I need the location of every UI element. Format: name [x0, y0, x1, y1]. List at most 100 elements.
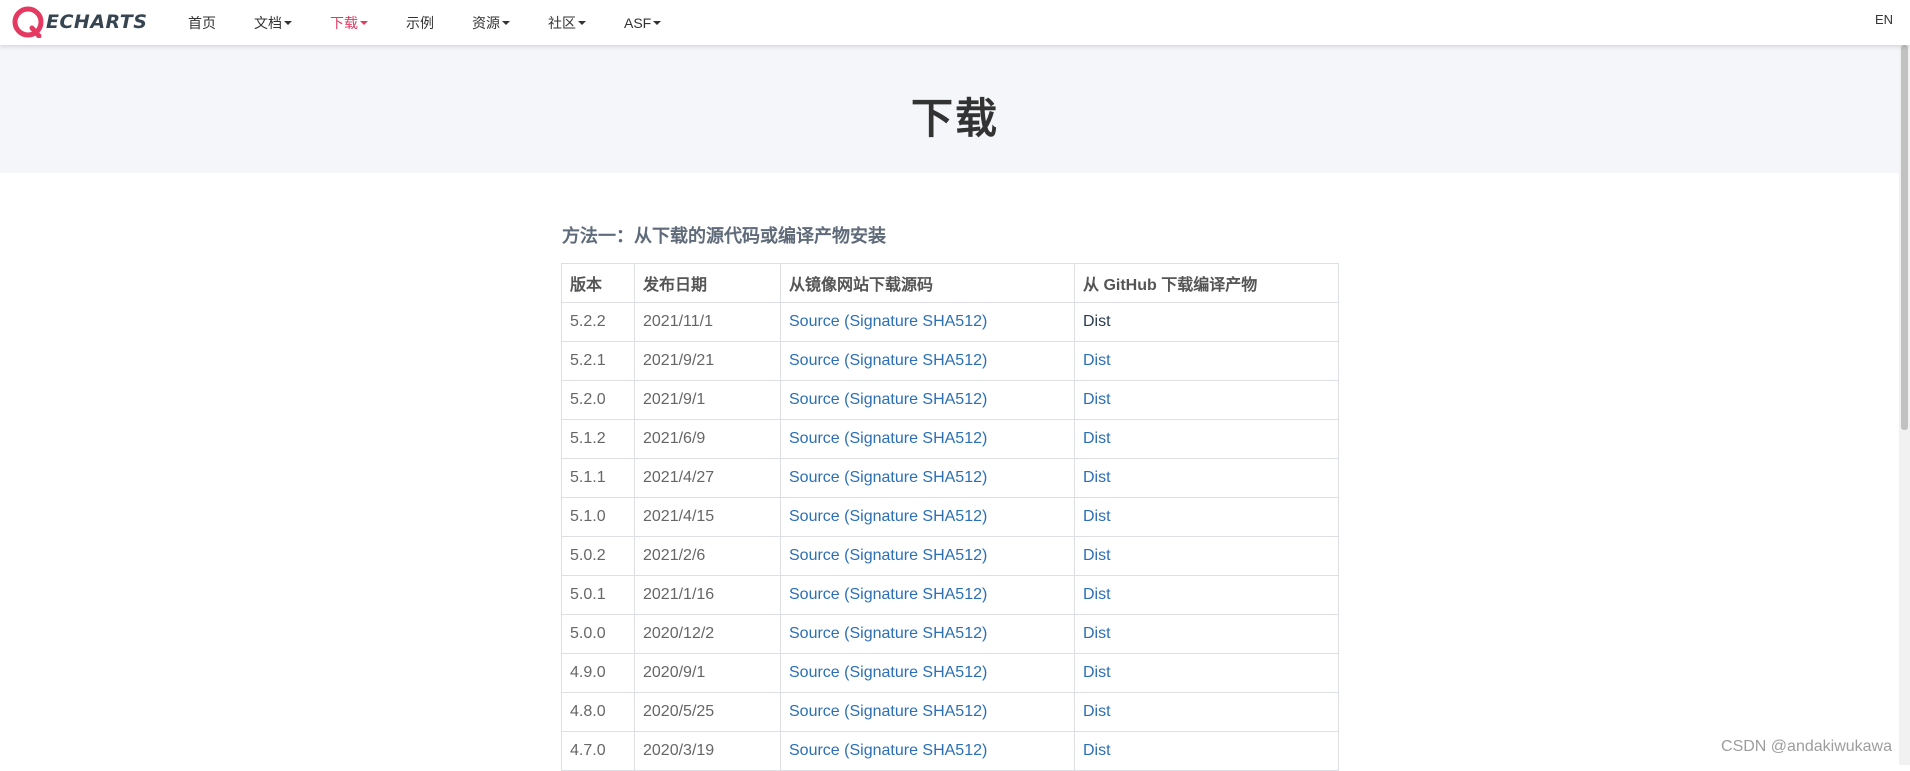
nav-item-examples[interactable]: 示例 [406, 13, 434, 33]
nav-item-download[interactable]: 下载 [330, 13, 368, 33]
table-row: 5.0.2 2021/2/6 Source (Signature SHA512) Di… [561, 536, 1339, 576]
dist-link[interactable]: Dist [1083, 547, 1111, 564]
version-cell: 5.2.0 [570, 391, 606, 408]
date-cell-wrapper: 2021/6/9 [634, 419, 781, 459]
version-cell: 5.0.0 [570, 625, 606, 642]
date-cell: 2020/3/19 [643, 742, 715, 759]
version-cell: 5.1.0 [570, 508, 606, 525]
version-cell-wrapper: 4.8.0 [561, 692, 635, 732]
source-link-wrapper: Source (Signature SHA512) [780, 380, 1075, 420]
nav-item-home[interactable]: 首页 [188, 13, 216, 33]
source-link-wrapper: Source (Signature SHA512) [780, 692, 1075, 732]
version-cell-wrapper: 5.0.2 [561, 536, 635, 576]
dist-link-wrapper: Dist [1074, 614, 1339, 654]
column-header: 版本 [561, 263, 635, 303]
source-link[interactable]: Source (Signature SHA512) [789, 391, 987, 408]
dist-link-wrapper: Dist [1074, 419, 1339, 459]
echarts-logo[interactable]: ECHARTS [12, 4, 147, 40]
date-cell: 2021/1/16 [643, 586, 715, 603]
dist-link[interactable]: Dist [1083, 391, 1111, 408]
nav-item-docs[interactable]: 文档 [254, 13, 292, 33]
version-cell: 5.2.2 [570, 313, 606, 330]
table-row: 5.1.2 2021/6/9 Source (Signature SHA512) Di… [561, 419, 1339, 459]
caret-down-icon [578, 20, 586, 25]
column-header: 从 GitHub 下载编译产物 [1074, 263, 1339, 303]
source-link[interactable]: Source (Signature SHA512) [789, 547, 987, 564]
main-nav: 首页 文档 下载 示例 资源 社区 ASF [188, 0, 699, 45]
source-link[interactable]: Source (Signature SHA512) [789, 430, 987, 447]
date-cell-wrapper: 2021/11/1 [634, 302, 781, 342]
date-cell-wrapper: 2020/9/1 [634, 653, 781, 693]
dist-link-wrapper: Dist [1074, 458, 1339, 498]
version-cell-wrapper: 5.1.0 [561, 497, 635, 537]
table-row: 4.9.0 2020/9/1 Source (Signature SHA512) Di… [561, 653, 1339, 693]
source-link[interactable]: Source (Signature SHA512) [789, 586, 987, 603]
date-cell-wrapper: 2021/9/21 [634, 341, 781, 381]
language-switch[interactable]: EN [1875, 12, 1893, 27]
dist-link[interactable]: Dist [1083, 352, 1111, 369]
dist-link[interactable]: Dist [1083, 508, 1111, 525]
caret-down-icon [502, 20, 510, 25]
source-link[interactable]: Source (Signature SHA512) [789, 469, 987, 486]
source-link[interactable]: Source (Signature SHA512) [789, 664, 987, 681]
dist-link[interactable]: Dist [1083, 469, 1111, 486]
version-cell-wrapper: 5.2.2 [561, 302, 635, 342]
nav-item-community[interactable]: 社区 [548, 13, 586, 33]
dist-link-wrapper: Dist [1074, 497, 1339, 537]
dist-link[interactable]: Dist [1083, 586, 1111, 603]
source-link-wrapper: Source (Signature SHA512) [780, 419, 1075, 459]
date-cell: 2021/6/9 [643, 430, 706, 447]
nav-item-resources[interactable]: 资源 [472, 13, 510, 33]
dist-link[interactable]: Dist [1083, 703, 1111, 720]
table-row: 5.1.0 2021/4/15 Source (Signature SHA512) D… [561, 497, 1339, 537]
source-link[interactable]: Source (Signature SHA512) [789, 508, 987, 525]
version-cell: 5.1.2 [570, 430, 606, 447]
date-cell: 2021/11/1 [643, 313, 713, 330]
caret-down-icon [653, 20, 662, 25]
date-cell: 2020/9/1 [643, 664, 706, 681]
source-link[interactable]: Source (Signature SHA512) [789, 703, 987, 720]
dist-link[interactable]: Dist [1083, 742, 1111, 759]
dist-link[interactable]: Dist [1083, 430, 1111, 447]
nav-item-label: 资源 [472, 14, 500, 31]
date-cell-wrapper: 2021/1/16 [634, 575, 781, 615]
nav-item-label: 文档 [254, 14, 282, 31]
version-cell: 4.9.0 [570, 664, 606, 681]
version-cell-wrapper: 5.0.1 [561, 575, 635, 615]
date-cell-wrapper: 2021/4/27 [634, 458, 781, 498]
date-cell-wrapper: 2021/4/15 [634, 497, 781, 537]
dist-link-wrapper: Dist [1074, 653, 1339, 693]
version-cell-wrapper: 5.1.1 [561, 458, 635, 498]
top-navbar: ECHARTS 首页 文档 下载 示例 资源 社区 ASF EN [0, 0, 1910, 45]
version-cell-wrapper: 5.1.2 [561, 419, 635, 459]
dist-link[interactable]: Dist [1083, 625, 1111, 642]
version-cell: 5.0.1 [570, 586, 606, 603]
dist-link[interactable]: Dist [1083, 664, 1111, 681]
table-row: 5.2.2 2021/11/1 Source (Signature SHA512) D… [561, 302, 1339, 342]
dist-link-wrapper: Dist [1074, 692, 1339, 732]
column-header: 发布日期 [634, 263, 781, 303]
table-row: 4.8.0 2020/5/25 Source (Signature SHA512) D… [561, 692, 1339, 732]
download-table: 版本 发布日期 从镜像网站下载源码 从 GitHub 下载编译产物 5.2.2 2… [561, 263, 1339, 771]
vertical-scrollbar[interactable] [1899, 45, 1910, 765]
version-cell: 5.0.2 [570, 547, 606, 564]
nav-item-label: 社区 [548, 14, 576, 31]
version-cell-wrapper: 4.9.0 [561, 653, 635, 693]
source-link[interactable]: Source (Signature SHA512) [789, 352, 987, 369]
source-link[interactable]: Source (Signature SHA512) [789, 313, 987, 330]
source-link-wrapper: Source (Signature SHA512) [780, 497, 1075, 537]
nav-item-asf[interactable]: ASF [624, 15, 662, 31]
scrollbar-thumb[interactable] [1901, 45, 1908, 430]
source-link-wrapper: Source (Signature SHA512) [780, 302, 1075, 342]
page-title: 下载 [910, 95, 999, 142]
table-row: 5.0.0 2020/12/2 Source (Signature SHA512) D… [561, 614, 1339, 654]
dist-link[interactable]: Dist [1083, 313, 1111, 330]
table-row: 5.2.0 2021/9/1 Source (Signature SHA512) Di… [561, 380, 1339, 420]
date-cell: 2021/9/1 [643, 391, 706, 408]
echarts-logo-icon [12, 6, 44, 38]
version-cell: 4.8.0 [570, 703, 606, 720]
source-link[interactable]: Source (Signature SHA512) [789, 625, 987, 642]
date-cell: 2021/9/21 [643, 352, 715, 369]
source-link[interactable]: Source (Signature SHA512) [789, 742, 987, 759]
version-cell-wrapper: 5.0.0 [561, 614, 635, 654]
